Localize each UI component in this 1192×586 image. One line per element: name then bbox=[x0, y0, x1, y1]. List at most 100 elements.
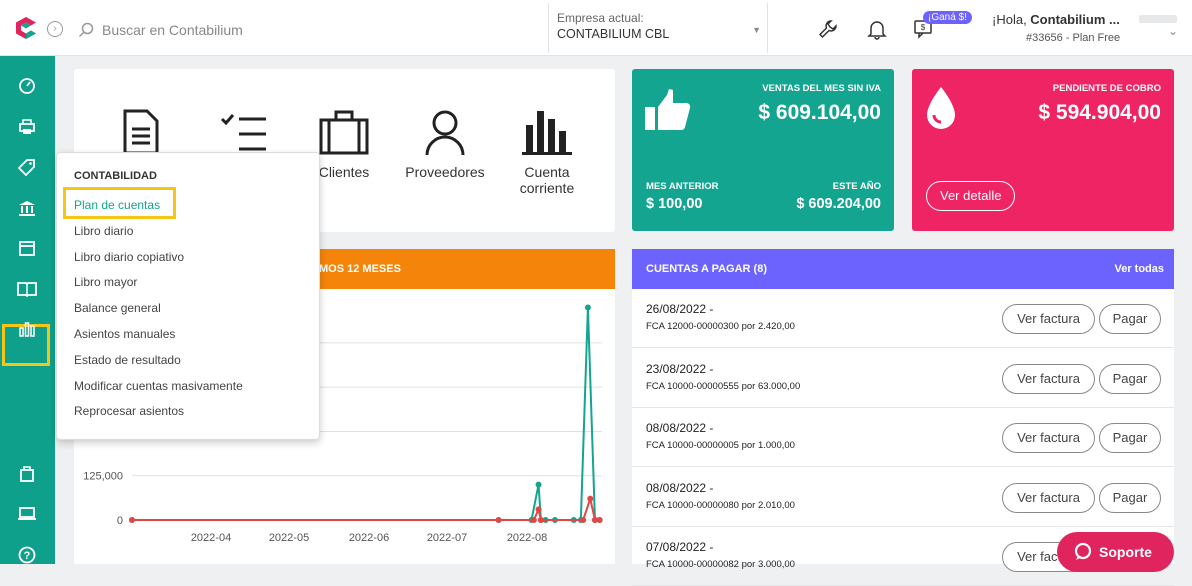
bell-icon[interactable] bbox=[866, 18, 888, 40]
promo-badge[interactable]: ¡Ganá $! bbox=[923, 11, 972, 24]
payable-date: 07/08/2022 - bbox=[646, 540, 714, 554]
this-year-label: ESTE AÑO bbox=[832, 181, 881, 192]
wrench-icon[interactable] bbox=[817, 18, 839, 40]
bank-icon[interactable] bbox=[14, 195, 40, 221]
tag-icon[interactable] bbox=[14, 154, 40, 180]
greeting-prefix: ¡Hola, bbox=[992, 12, 1031, 27]
sales-card: VENTAS DEL MES SIN IVA $ 609.104,00 MES … bbox=[632, 69, 894, 231]
menu-item[interactable]: Estado de resultado bbox=[74, 353, 181, 367]
person-icon bbox=[425, 110, 465, 156]
user-menu-chevron-icon[interactable]: ⌄ bbox=[1168, 24, 1178, 38]
data-point[interactable] bbox=[535, 481, 542, 488]
pagar-button[interactable]: Pagar bbox=[1099, 482, 1161, 513]
payable-date: 08/08/2022 - bbox=[646, 421, 714, 435]
menu-title: CONTABILIDAD bbox=[74, 170, 157, 182]
top-bar: › Buscar en Contabilium Empresa actual: … bbox=[0, 0, 1192, 56]
ver-factura-button[interactable]: Ver factura bbox=[1002, 363, 1095, 394]
payable-description: FCA 10000-00000005 por 1.000,00 bbox=[646, 440, 795, 451]
menu-item[interactable]: Balance general bbox=[74, 301, 161, 315]
user-name: Contabilium ... bbox=[1030, 12, 1120, 27]
dashboard-icon[interactable] bbox=[14, 72, 40, 98]
sales-title: VENTAS DEL MES SIN IVA bbox=[762, 83, 881, 94]
series-line bbox=[132, 494, 600, 521]
payables-header: CUENTAS A PAGAR (8) Ver todas bbox=[632, 249, 1174, 289]
data-point[interactable] bbox=[530, 517, 537, 523]
soporte-label: Soporte bbox=[1099, 544, 1152, 560]
soporte-button[interactable]: Soporte bbox=[1057, 532, 1174, 572]
menu-item[interactable]: Libro diario bbox=[74, 224, 133, 238]
payable-row: 23/08/2022 - FCA 10000-00000555 por 63.00… bbox=[632, 349, 1174, 408]
this-year-value: $ 609.204,00 bbox=[796, 196, 881, 212]
payable-row: 08/08/2022 - FCA 10000-00000080 por 2.010… bbox=[632, 468, 1174, 527]
pagar-button[interactable]: Pagar bbox=[1099, 304, 1161, 334]
menu-item[interactable]: Libro diario copiativo bbox=[74, 250, 184, 264]
x-tick-label: 2022-07 bbox=[427, 532, 467, 544]
data-point[interactable] bbox=[580, 517, 587, 523]
book-icon[interactable] bbox=[14, 276, 40, 302]
pending-title: PENDIENTE DE COBRO bbox=[1052, 83, 1161, 94]
clientes-label: Clientes bbox=[318, 164, 370, 180]
bar-chart-icon[interactable] bbox=[14, 316, 40, 342]
proveedores-shortcut[interactable]: Proveedores bbox=[403, 109, 487, 180]
document-icon[interactable] bbox=[120, 109, 162, 158]
laptop-icon[interactable] bbox=[14, 501, 40, 527]
contabilidad-menu: CONTABILIDAD Plan de cuentas Libro diario… bbox=[56, 152, 320, 440]
prev-month-value: $ 100,00 bbox=[646, 196, 703, 212]
ver-factura-button[interactable]: Ver factura bbox=[1002, 304, 1095, 334]
printer-icon[interactable] bbox=[14, 114, 40, 140]
prev-month-label: MES ANTERIOR bbox=[646, 181, 719, 192]
search-box[interactable]: Buscar en Contabilium bbox=[78, 19, 378, 41]
company-selector[interactable]: Empresa actual: CONTABILIUM CBL ▼ bbox=[548, 3, 768, 53]
ver-detalle-button[interactable]: Ver detalle bbox=[926, 181, 1016, 211]
data-point[interactable] bbox=[537, 517, 544, 523]
company-value: CONTABILIUM CBL bbox=[557, 27, 670, 41]
pagar-button[interactable]: Pagar bbox=[1099, 363, 1161, 394]
payable-description: FCA 10000-00000080 por 2.010,00 bbox=[646, 499, 795, 511]
payables-title: CUENTAS A PAGAR (8) bbox=[646, 263, 767, 275]
payable-date: 23/08/2022 - bbox=[646, 361, 714, 376]
briefcase-icon bbox=[319, 110, 369, 155]
svg-text:$: $ bbox=[921, 23, 926, 32]
help-icon[interactable]: ? bbox=[14, 542, 40, 568]
x-tick-label: 2022-06 bbox=[349, 532, 389, 544]
pagar-button[interactable]: Pagar bbox=[1099, 423, 1161, 453]
clientes-shortcut[interactable]: Clientes bbox=[316, 109, 372, 180]
drop-icon bbox=[927, 87, 955, 129]
bag-icon[interactable] bbox=[14, 460, 40, 486]
box-icon[interactable] bbox=[14, 235, 40, 261]
chevron-down-icon: ▼ bbox=[752, 25, 761, 35]
data-point[interactable] bbox=[495, 517, 502, 523]
payable-date: 08/08/2022 - bbox=[646, 480, 714, 495]
expand-sidebar-icon[interactable]: › bbox=[47, 21, 63, 37]
thumbs-up-icon bbox=[645, 89, 691, 131]
cuenta-corriente-shortcut[interactable]: Cuenta corriente bbox=[511, 109, 583, 196]
data-point[interactable] bbox=[584, 304, 591, 311]
svg-text:?: ? bbox=[24, 550, 31, 562]
menu-item[interactable]: Asientos manuales bbox=[74, 327, 175, 341]
user-greeting[interactable]: ¡Hola, Contabilium ... bbox=[992, 12, 1120, 27]
payable-row: 08/08/2022 - FCA 10000-00000005 por 1.000… bbox=[632, 408, 1174, 467]
payable-date: 26/08/2022 - bbox=[646, 302, 714, 316]
payable-description: FCA 10000-00000082 por 3.000,00 bbox=[646, 559, 795, 570]
proveedores-label: Proveedores bbox=[405, 164, 485, 180]
payables-list: 26/08/2022 - FCA 12000-00000300 por 2.420… bbox=[632, 289, 1174, 586]
company-label: Empresa actual: bbox=[557, 11, 644, 25]
menu-item[interactable]: Libro mayor bbox=[74, 275, 137, 289]
menu-item[interactable]: Modificar cuentas masivamente bbox=[74, 379, 243, 393]
data-point[interactable] bbox=[535, 506, 542, 513]
chat-icon bbox=[1074, 542, 1092, 560]
ver-todas-link[interactable]: Ver todas bbox=[1114, 263, 1164, 275]
data-point[interactable] bbox=[596, 517, 603, 523]
contabilium-logo[interactable] bbox=[14, 16, 38, 40]
company-logo bbox=[1139, 15, 1177, 23]
payable-row: 26/08/2022 - FCA 12000-00000300 por 2.420… bbox=[632, 289, 1174, 348]
menu-item[interactable]: Plan de cuentas bbox=[74, 198, 160, 212]
ver-factura-button[interactable]: Ver factura bbox=[1002, 482, 1095, 513]
data-point[interactable] bbox=[587, 495, 594, 502]
payable-description: FCA 12000-00000300 por 2.420,00 bbox=[646, 321, 795, 332]
pending-value: $ 594.904,00 bbox=[1038, 101, 1161, 124]
data-point[interactable] bbox=[129, 517, 135, 523]
menu-item[interactable]: Reprocesar asientos bbox=[74, 404, 184, 418]
ver-factura-button[interactable]: Ver factura bbox=[1002, 423, 1095, 453]
x-tick-label: 2022-08 bbox=[507, 532, 547, 544]
